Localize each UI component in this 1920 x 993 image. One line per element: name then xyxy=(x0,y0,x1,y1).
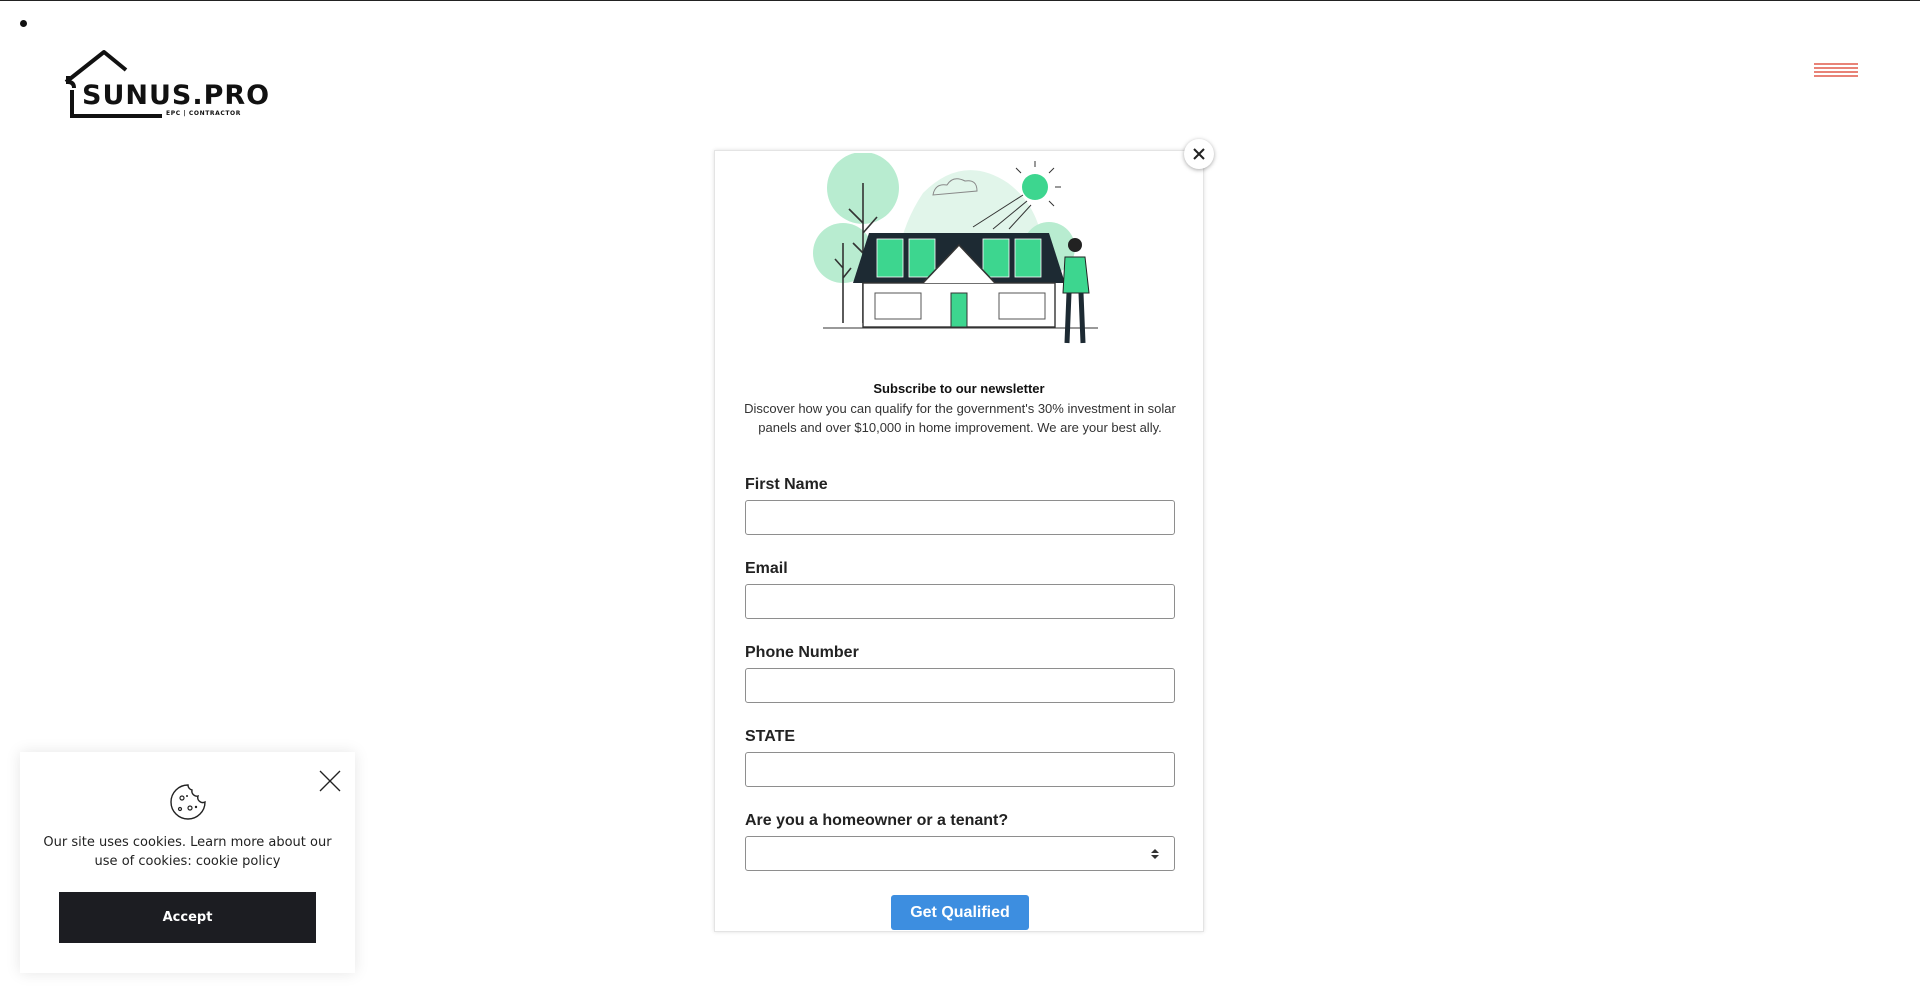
cookie-close-button[interactable] xyxy=(317,768,343,794)
list-bullet xyxy=(20,20,27,27)
cookie-banner: Our site uses cookies. Learn more about … xyxy=(20,752,355,973)
logo-subtext: EPC | CONTRACTOR xyxy=(166,110,241,117)
phone-number-input[interactable] xyxy=(745,668,1175,703)
homeowner-tenant-select[interactable] xyxy=(745,836,1175,871)
top-border xyxy=(0,0,1920,1)
select-arrows-icon xyxy=(1151,848,1159,859)
logo-text: SUNUS.PRO xyxy=(82,80,271,111)
state-input[interactable] xyxy=(745,752,1175,787)
newsletter-title: Subscribe to our newsletter xyxy=(873,381,1045,396)
newsletter-popup: Subscribe to our newsletter Discover how… xyxy=(714,150,1204,932)
first-name-label: First Name xyxy=(745,476,828,493)
first-name-input[interactable] xyxy=(745,500,1175,535)
hamburger-menu-button[interactable] xyxy=(1812,60,1860,88)
homeowner-tenant-label: Are you a homeowner or a tenant? xyxy=(745,812,1009,829)
get-qualified-button[interactable]: Get Qualified xyxy=(891,895,1029,930)
hamburger-menu-icon xyxy=(1814,63,1858,77)
accept-cookies-button[interactable]: Accept xyxy=(59,892,316,943)
email-input[interactable] xyxy=(745,584,1175,619)
newsletter-description: Discover how you can qualify for the gov… xyxy=(744,401,1176,435)
site-logo[interactable]: SUNUS.PRO EPC | CONTRACTOR xyxy=(64,48,269,122)
email-label: Email xyxy=(745,560,788,577)
state-label: STATE xyxy=(745,728,796,745)
close-icon xyxy=(1193,148,1205,160)
close-icon xyxy=(319,770,341,792)
popup-close-button[interactable] xyxy=(1184,139,1214,169)
cookie-message: Our site uses cookies. Learn more about … xyxy=(43,835,332,869)
cookie-icon xyxy=(170,784,206,820)
phone-number-label: Phone Number xyxy=(745,644,859,661)
solar-house-illustration xyxy=(813,153,1098,344)
